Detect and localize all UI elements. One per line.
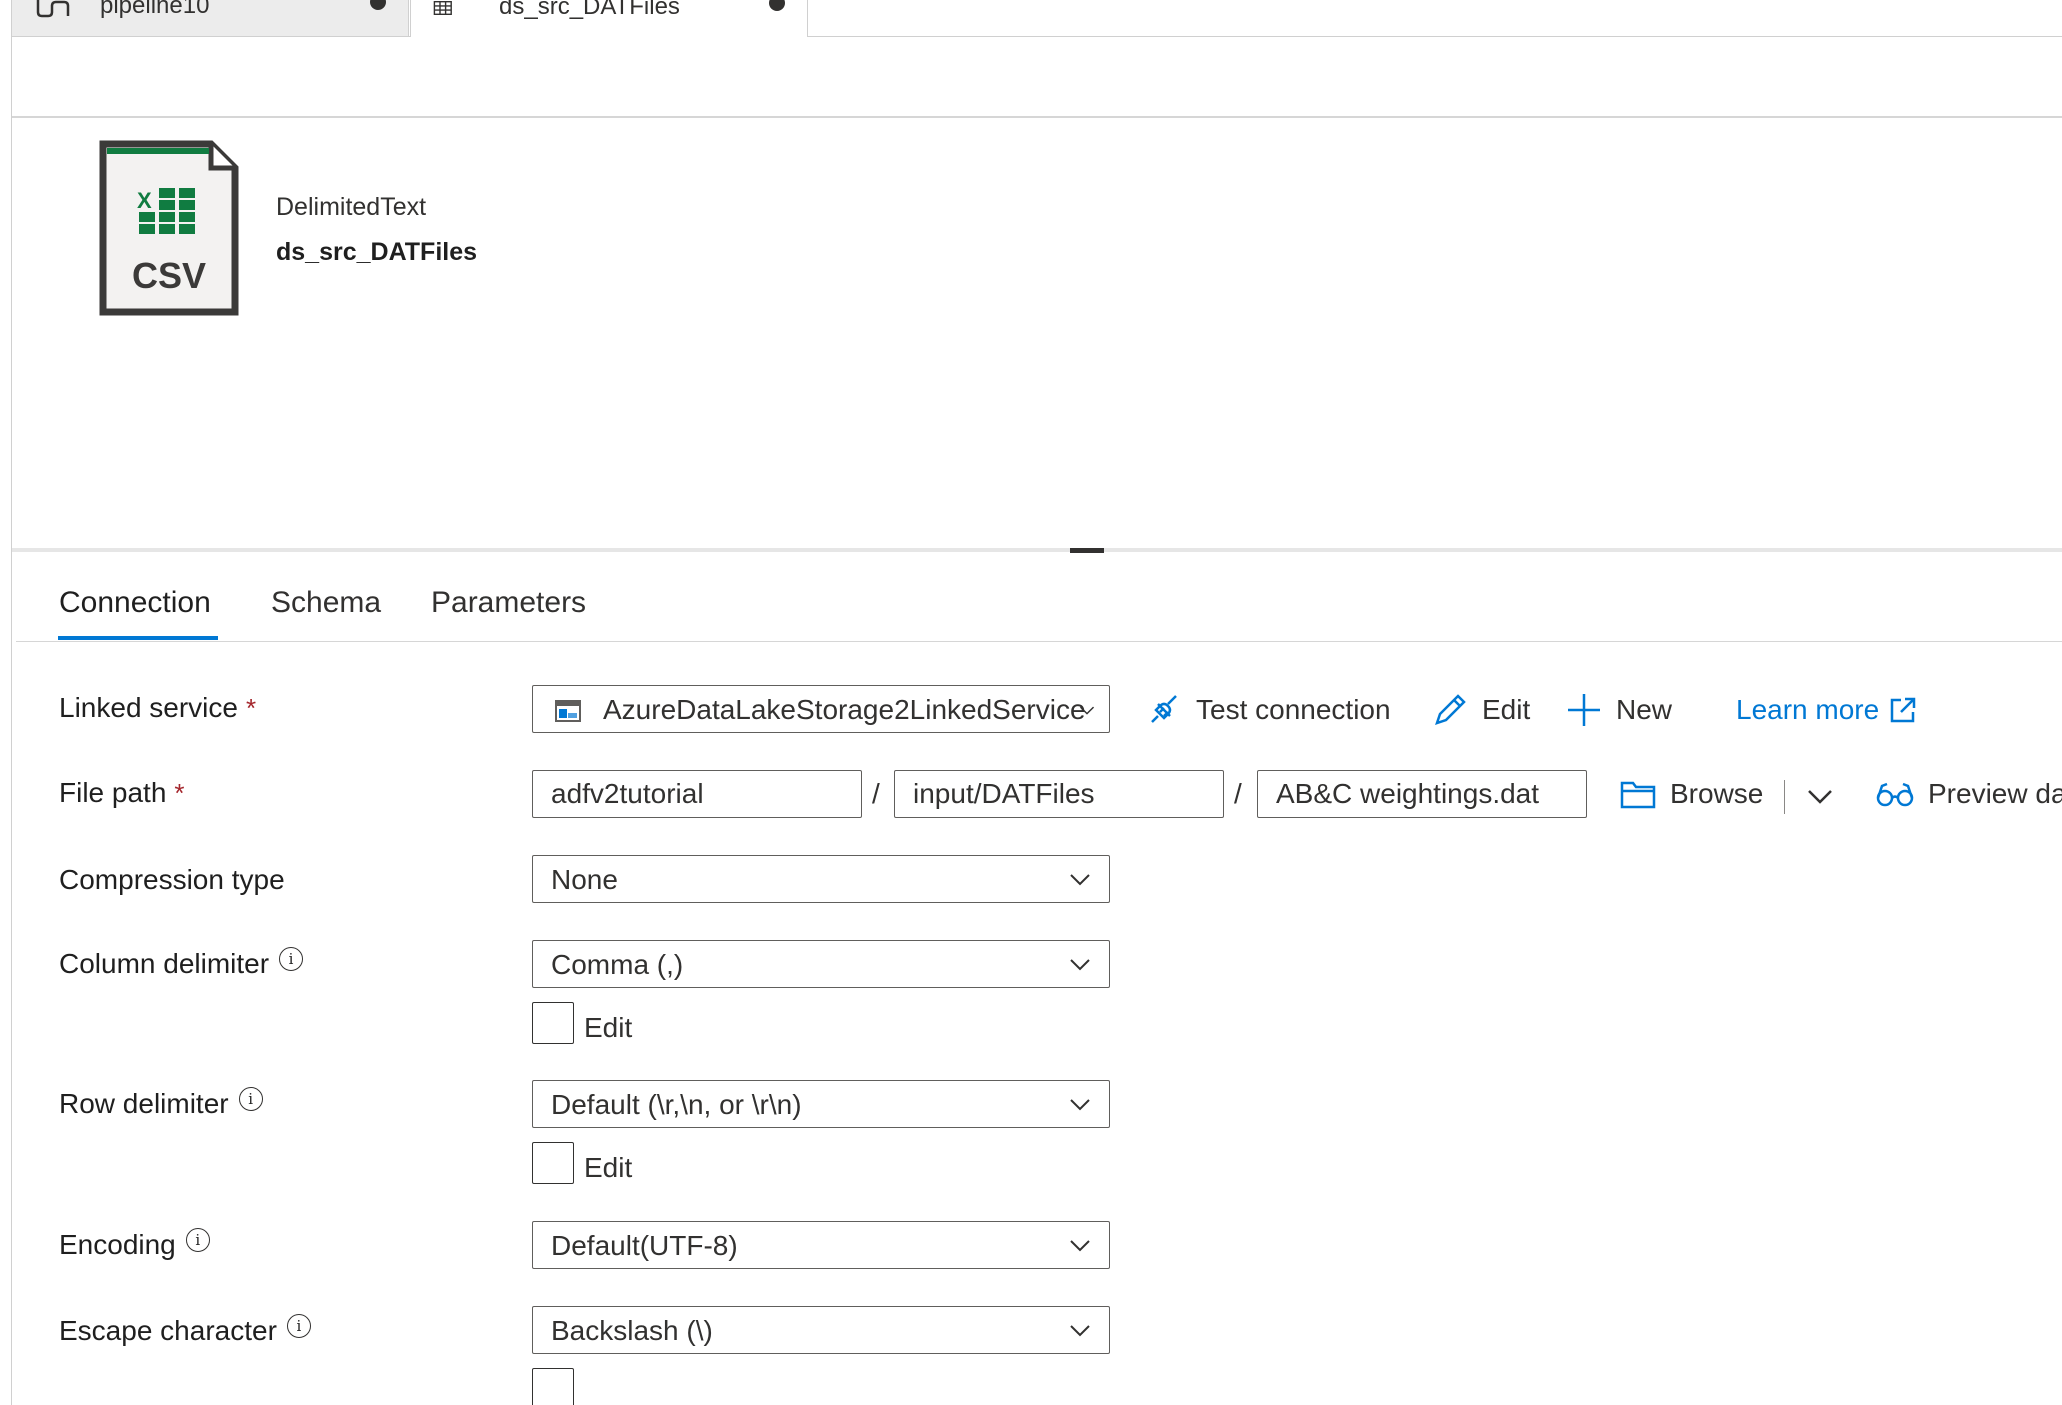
encoding-select[interactable]: Default(UTF-8) (532, 1221, 1110, 1269)
linked-service-value: AzureDataLakeStorage2LinkedService (603, 694, 1086, 725)
glasses-icon (1876, 782, 1914, 807)
column-delimiter-edit-label: Edit (584, 1012, 633, 1043)
tab-schema[interactable]: Schema (271, 586, 381, 620)
dataset-editor: pipeline10 ds_src_DATFiles X CSV Delimit… (0, 0, 2062, 1405)
tab-parameters[interactable]: Parameters (431, 586, 586, 620)
compression-type-label: Compression type (59, 864, 285, 895)
dataset-name: ds_src_DATFiles (276, 238, 478, 266)
compression-type-select[interactable]: None (532, 855, 1110, 903)
compression-type-value: None (551, 864, 618, 895)
document-tab-bar: pipeline10 ds_src_DATFiles (12, 0, 2062, 37)
tab-connection[interactable]: Connection (59, 586, 211, 620)
toolbar-area (12, 36, 2062, 118)
active-tab-indicator (58, 636, 218, 640)
chevron-down-icon (1070, 874, 1090, 886)
browse-button[interactable]: Browse (1620, 778, 1763, 810)
chevron-down-icon (1079, 706, 1095, 715)
escape-character-label: Escape character i (59, 1314, 311, 1347)
tab-label: ds_src_DATFiles (499, 0, 680, 20)
chevron-down-icon (1070, 1240, 1090, 1252)
plus-icon (1568, 694, 1600, 726)
row-delimiter-value: Default (\r,\n, or \r\n) (551, 1089, 802, 1120)
file-path-label: File path * (59, 777, 185, 808)
pipeline-icon (36, 0, 70, 18)
linked-service-select[interactable]: AzureDataLakeStorage2LinkedService (532, 685, 1110, 733)
chevron-down-icon[interactable] (1806, 782, 1834, 810)
path-separator: / (872, 778, 880, 809)
encoding-value: Default(UTF-8) (551, 1230, 738, 1261)
splitter-handle[interactable] (1070, 548, 1104, 553)
plug-icon (1151, 695, 1177, 723)
info-icon[interactable]: i (279, 947, 304, 971)
column-delimiter-value: Comma (,) (551, 949, 684, 980)
linked-service-label: Linked service * (59, 692, 257, 723)
info-icon[interactable]: i (238, 1087, 263, 1111)
edit-linked-service-button[interactable]: Edit (1432, 692, 1530, 728)
tab-label: pipeline10 (100, 0, 210, 19)
csv-icon-label: CSV (132, 255, 206, 296)
tab-pipeline10[interactable]: pipeline10 (12, 0, 409, 36)
folder-icon (1620, 781, 1656, 809)
test-connection-button[interactable]: Test connection (1146, 692, 1391, 728)
unsaved-dot-icon (370, 0, 386, 10)
column-delimiter-label: Column delimiter i (59, 947, 304, 980)
tab-ds-src-datfiles[interactable]: ds_src_DATFiles (410, 0, 808, 37)
learn-more-link[interactable]: Learn more (1736, 694, 1931, 726)
left-border (11, 0, 12, 1405)
path-separator: / (1234, 778, 1242, 809)
row-delimiter-label: Row delimiter i (59, 1087, 263, 1120)
dataset-type: DelimitedText (276, 193, 427, 221)
required-marker: * (245, 692, 257, 723)
pencil-icon (1435, 694, 1466, 725)
chevron-down-icon (1070, 959, 1090, 971)
info-icon[interactable]: i (286, 1314, 311, 1338)
new-linked-service-button[interactable]: New (1566, 692, 1672, 728)
column-delimiter-edit-checkbox[interactable] (532, 1002, 574, 1044)
preview-data-button[interactable]: Preview data (1876, 778, 2062, 810)
table-icon (433, 0, 452, 15)
column-delimiter-select[interactable]: Comma (,) (532, 940, 1110, 988)
required-marker: * (174, 777, 185, 808)
external-link-icon (1890, 697, 1916, 723)
row-delimiter-edit-label: Edit (584, 1152, 633, 1183)
svg-text:X: X (137, 188, 152, 213)
csv-file-icon: X CSV (99, 140, 239, 316)
property-tabs: Connection Schema Parameters (16, 566, 2062, 642)
file-path-file-input[interactable] (1257, 770, 1587, 818)
encoding-label: Encoding i (59, 1228, 210, 1261)
file-path-container-input[interactable] (532, 770, 862, 818)
escape-character-value: Backslash (\) (551, 1315, 713, 1346)
chevron-down-icon (1070, 1325, 1090, 1337)
browse-separator (1784, 780, 1785, 814)
pane-splitter[interactable] (12, 548, 2062, 552)
chevron-down-icon (1070, 1099, 1090, 1111)
file-path-directory-input[interactable] (894, 770, 1224, 818)
row-delimiter-edit-checkbox[interactable] (532, 1142, 574, 1184)
info-icon[interactable]: i (185, 1228, 210, 1252)
escape-character-checkbox[interactable] (532, 1368, 574, 1405)
escape-character-select[interactable]: Backslash (\) (532, 1306, 1110, 1354)
unsaved-dot-icon (769, 0, 785, 11)
row-delimiter-select[interactable]: Default (\r,\n, or \r\n) (532, 1080, 1110, 1128)
storage-icon (555, 700, 581, 722)
